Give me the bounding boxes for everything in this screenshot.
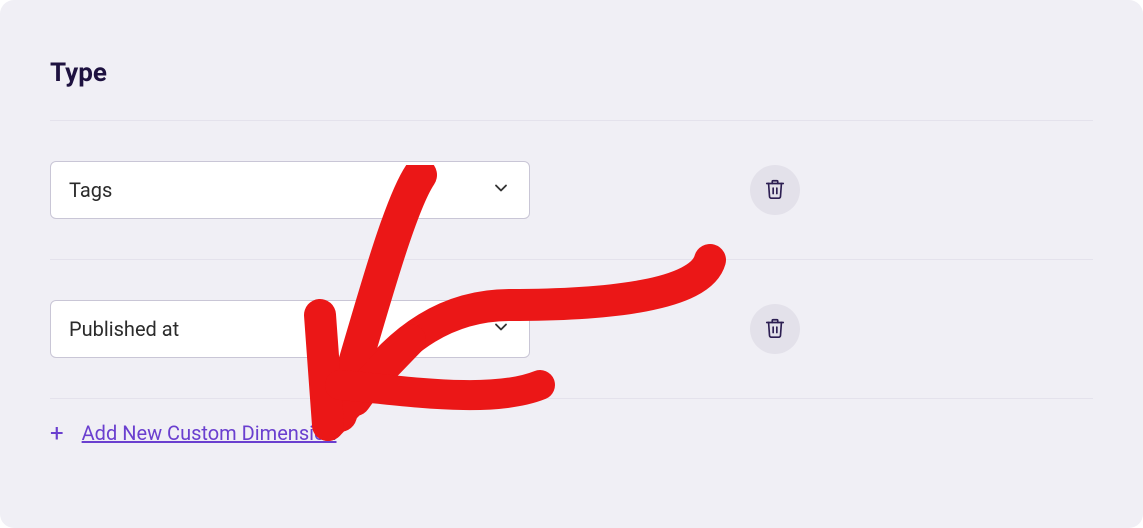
dimension-row: Tags bbox=[50, 121, 1093, 259]
chevron-down-icon bbox=[491, 317, 511, 341]
trash-icon bbox=[764, 178, 786, 203]
dimension-row: Published at bbox=[50, 260, 1093, 398]
panel-heading: Type bbox=[50, 0, 1093, 120]
custom-dimensions-panel: Type Tags Published at bbox=[0, 0, 1143, 528]
add-dimension-row: + Add New Custom Dimension bbox=[50, 399, 1093, 445]
plus-icon: + bbox=[50, 421, 64, 445]
add-new-custom-dimension-link[interactable]: Add New Custom Dimension bbox=[82, 421, 337, 445]
dimension-type-select[interactable]: Published at bbox=[50, 300, 530, 358]
dimension-type-select[interactable]: Tags bbox=[50, 161, 530, 219]
select-value: Tags bbox=[69, 178, 112, 202]
delete-button[interactable] bbox=[750, 304, 800, 354]
chevron-down-icon bbox=[491, 178, 511, 202]
trash-icon bbox=[764, 317, 786, 342]
select-value: Published at bbox=[69, 317, 179, 341]
delete-button[interactable] bbox=[750, 165, 800, 215]
